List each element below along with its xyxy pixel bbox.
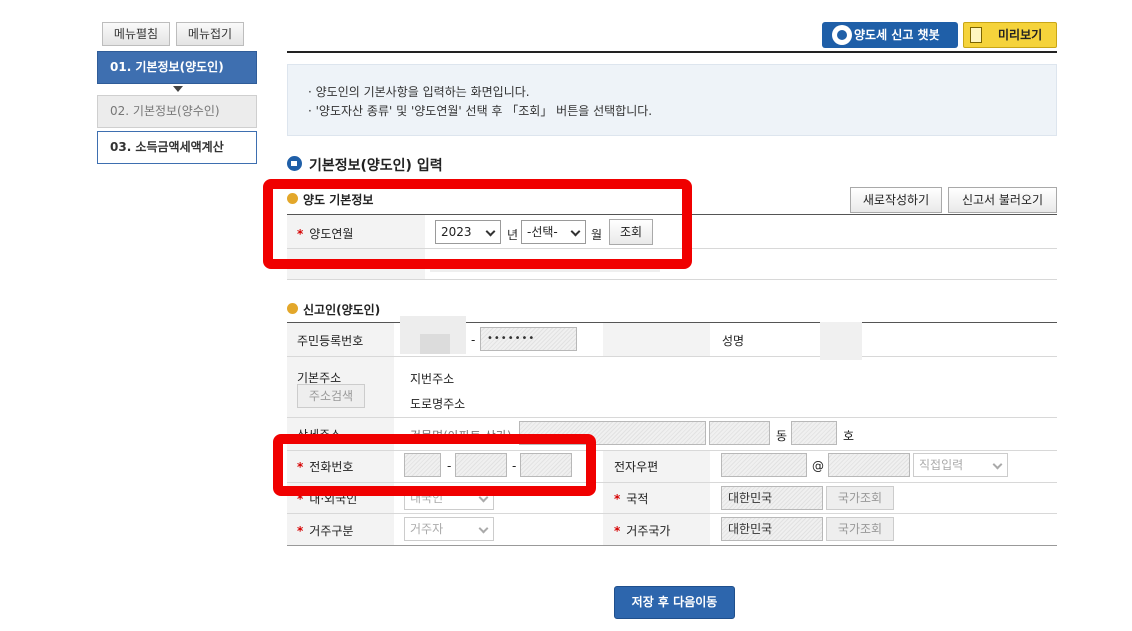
residence-type-label: * 거주구분 [297, 524, 354, 538]
email-domain-select[interactable]: 직접입력 [913, 453, 1008, 477]
step-basic-info-transferee[interactable]: 02. 기본정보(양수인) [97, 95, 257, 128]
table-row-line [287, 356, 1057, 357]
section-title: 기본정보(양도인) 입력 [287, 155, 443, 175]
road-address-label: 도로명주소 [410, 397, 466, 411]
name-masked [820, 322, 862, 360]
jibun-address-label: 지번주소 [410, 372, 455, 386]
rrn-back-input[interactable]: ••••••• [480, 327, 577, 351]
email-at: @ [812, 459, 824, 473]
rrn-label: 주민등록번호 [297, 334, 364, 348]
load-return-button[interactable]: 신고서 불러오기 [948, 187, 1057, 213]
collapse-menu-button[interactable]: 메뉴접기 [176, 22, 244, 46]
table-row-line [287, 513, 1057, 514]
expand-menu-button[interactable]: 메뉴펼침 [102, 22, 170, 46]
arrow-circle-icon [287, 156, 302, 171]
residence-country-query-button[interactable]: 국가조회 [826, 517, 894, 541]
residence-country-label: * 거주국가 [614, 524, 671, 538]
dong-input[interactable] [709, 421, 770, 445]
table-header-cell [603, 323, 710, 356]
rrn-dash: - [471, 333, 476, 347]
nationality-input[interactable]: 대한민국 [721, 486, 823, 510]
preview-label: 미리보기 [998, 28, 1043, 42]
save-next-button[interactable]: 저장 후 다음이동 [614, 586, 735, 619]
email-label: 전자우편 [614, 460, 659, 474]
step-arrow-icon [173, 86, 183, 92]
nationality-label: * 국적 [614, 492, 649, 506]
chatbot-button[interactable]: 양도세 신고 챗봇 [822, 22, 958, 48]
chatbot-icon [832, 25, 852, 45]
email-id-input[interactable] [721, 453, 807, 477]
residence-type-select[interactable]: 거주자 [404, 517, 494, 541]
reporter-title: 신고인(양도인) [287, 301, 380, 318]
new-write-button[interactable]: 새로작성하기 [850, 187, 942, 213]
highlight-box-phone [273, 434, 596, 496]
address-search-button[interactable]: 주소검색 [297, 384, 365, 408]
name-label: 성명 [722, 334, 745, 348]
ho-unit: 호 [843, 429, 855, 443]
email-domain-input[interactable] [828, 453, 910, 477]
chatbot-label: 양도세 신고 챗봇 [854, 28, 940, 42]
table-row-line [287, 279, 1057, 280]
table-bottom-line [287, 545, 1057, 546]
step-basic-info-transferor[interactable]: 01. 기본정보(양도인) [97, 51, 257, 84]
residence-country-input[interactable]: 대한민국 [721, 517, 823, 541]
info-line: · '양도자산 종류' 및 '양도연월' 선택 후 「조회」 버튼을 선택합니다… [308, 104, 653, 118]
highlight-box-year-month [263, 179, 692, 269]
rrn-front-blur [420, 334, 450, 354]
table-row-line [287, 417, 1057, 418]
ho-input[interactable] [791, 421, 837, 445]
dong-unit: 동 [776, 429, 788, 443]
bullet-icon [287, 303, 298, 314]
document-icon [970, 27, 982, 43]
info-line: · 양도인의 기본사항을 입력하는 화면입니다. [308, 85, 530, 99]
info-box: · 양도인의 기본사항을 입력하는 화면입니다. · '양도자산 종류' 및 '… [287, 64, 1057, 136]
top-divider [287, 51, 1057, 53]
preview-button[interactable]: 미리보기 [963, 22, 1057, 48]
step-income-tax-calc[interactable]: 03. 소득금액세액계산 [97, 131, 257, 164]
nationality-query-button[interactable]: 국가조회 [826, 486, 894, 510]
